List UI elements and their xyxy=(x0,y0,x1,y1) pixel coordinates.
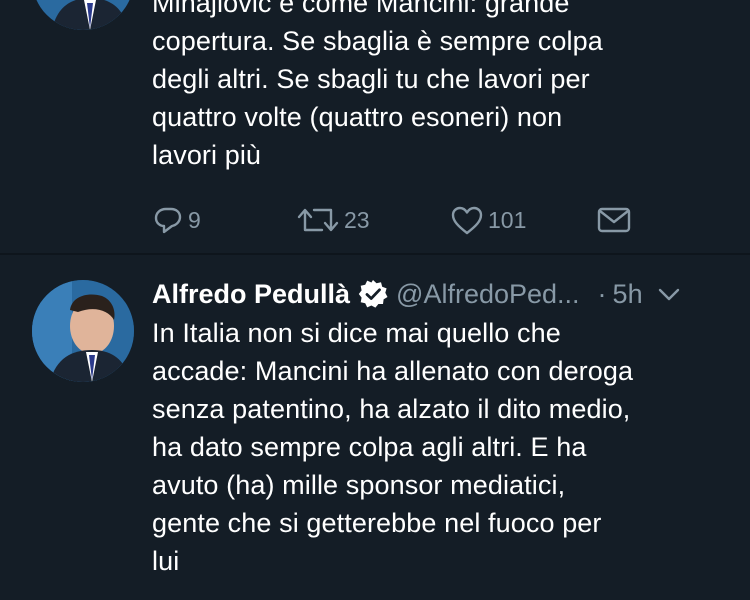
reply-icon xyxy=(154,207,182,234)
display-name[interactable]: Alfredo Pedullà xyxy=(152,279,350,310)
avatar-photo xyxy=(32,280,134,382)
tweet-text: In Italia non si dice mai quello che acc… xyxy=(152,318,634,576)
retweet-button[interactable]: 23 xyxy=(296,200,370,240)
retweet-count: 23 xyxy=(344,206,370,233)
user-handle[interactable]: @AlfredoPed... xyxy=(396,279,580,310)
reply-button[interactable]: 9 xyxy=(152,200,201,240)
reply-count: 9 xyxy=(188,206,201,233)
timestamp[interactable]: 5h xyxy=(613,279,643,310)
tweet-top[interactable]: Mihajlovic è come Mancini: grande copert… xyxy=(0,0,750,253)
chevron-down-icon[interactable] xyxy=(657,284,681,304)
avatar[interactable] xyxy=(32,280,134,382)
avatar-photo xyxy=(32,0,134,30)
tweet-text: Mihajlovic è come Mancini: grande copert… xyxy=(152,0,603,170)
heart-icon xyxy=(451,206,483,235)
tweet-main[interactable]: Alfredo Pedullà @AlfredoPed... · 5h In I… xyxy=(0,255,750,600)
tweet-header: Alfredo Pedullà @AlfredoPed... · 5h xyxy=(152,276,742,312)
avatar[interactable] xyxy=(32,0,134,30)
verified-badge-icon xyxy=(358,279,388,309)
like-button[interactable]: 101 xyxy=(450,200,526,240)
separator-dot: · xyxy=(597,278,607,309)
like-count: 101 xyxy=(488,206,527,233)
tweet-actions: 9 23 101 xyxy=(150,200,650,240)
envelope-icon xyxy=(597,207,631,233)
retweet-icon xyxy=(297,208,339,232)
dm-button[interactable] xyxy=(596,200,632,240)
